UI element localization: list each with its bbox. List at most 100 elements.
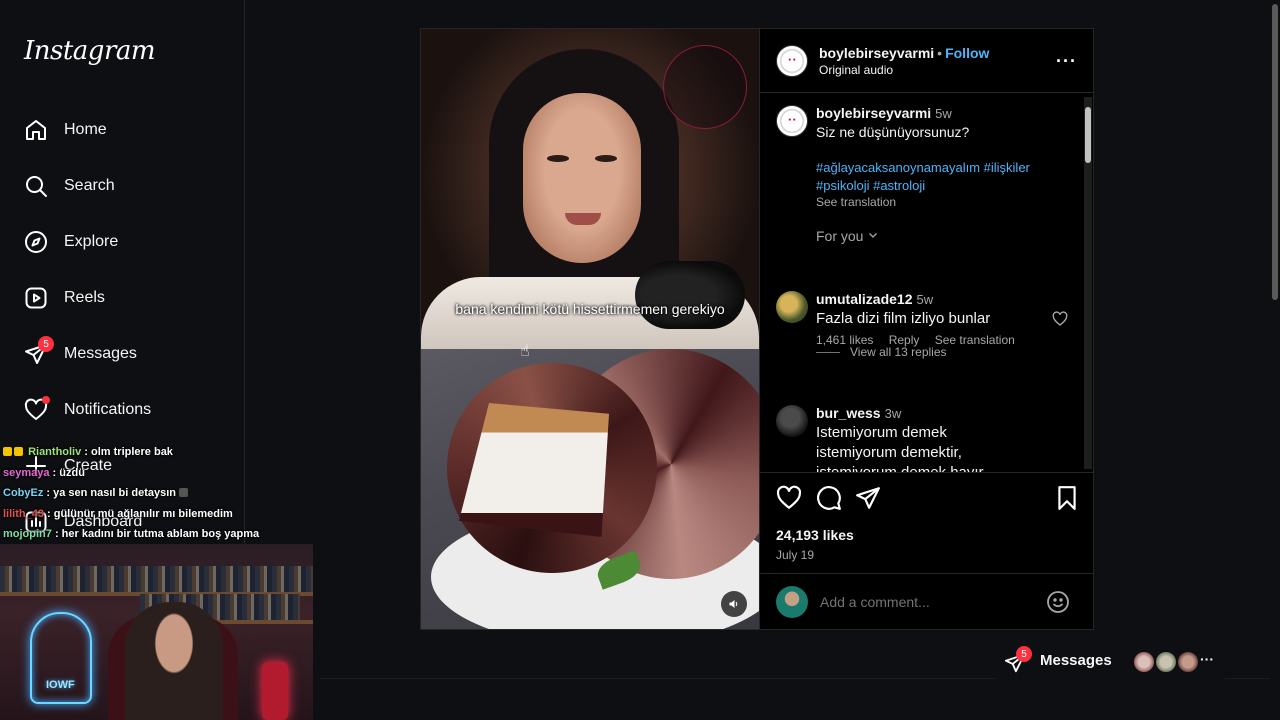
mute-button[interactable] <box>721 591 747 617</box>
sidebar-item-reels[interactable]: Reels <box>0 274 245 322</box>
video-subtitle: bana kendimi kötü hissettirmemen gerekiy… <box>455 301 725 317</box>
comments-scrollbar[interactable] <box>1084 97 1092 469</box>
eye <box>595 155 617 162</box>
hashtags-line[interactable]: #ağlayacaksanoynamayalım #ilişkiler <box>816 159 1076 177</box>
post-header: ● ● boylebirseyvarmi • Follow Original aud… <box>760 29 1094 93</box>
page-scrollbar-thumb[interactable] <box>1272 4 1278 300</box>
post-date[interactable]: July 19 <box>776 548 814 562</box>
chat-message: seymaya : üzdü <box>3 463 323 484</box>
chat-username: lilith_43 <box>3 507 44 520</box>
instagram-logo[interactable]: Instagram <box>24 36 156 66</box>
sidebar-item-label: Notifications <box>64 401 152 418</box>
see-translation-link[interactable]: See translation <box>816 195 1076 209</box>
commenter-avatar[interactable] <box>776 405 808 437</box>
comment-sort-dropdown[interactable]: For you <box>816 228 879 244</box>
avatar-mark: ● ● <box>788 57 796 63</box>
sort-label: For you <box>816 228 864 244</box>
caption-username[interactable]: boylebirseyvarmi <box>816 105 931 121</box>
conversation-avatar <box>1132 650 1156 674</box>
bits-badge-icon <box>14 447 23 456</box>
chat-username: Riantholiv <box>28 446 82 458</box>
chevron-down-icon <box>869 233 878 238</box>
chat-username: seymaya <box>3 466 50 479</box>
chat-message: lilith_43 : gülünür mü ağlanılır mı bile… <box>3 504 323 525</box>
comment-username[interactable]: bur_wess <box>816 405 881 421</box>
mouse-cursor-icon: ☝ <box>520 343 530 360</box>
chat-text: : her kadını bir tutma ablam boş yapma <box>51 528 260 541</box>
post-caption: boylebirseyvarmi 5w Siz ne düşünüyorsunuz… <box>816 105 1076 209</box>
sidebar-item-label: Home <box>64 121 107 138</box>
eye <box>547 155 569 162</box>
reels-icon <box>25 287 47 309</box>
bookmark-icon[interactable] <box>1054 485 1080 511</box>
comment-bubble-icon[interactable] <box>816 485 842 511</box>
author-avatar[interactable]: ● ● <box>776 45 808 77</box>
add-comment-bar <box>760 573 1094 629</box>
conversation-avatar <box>1154 650 1178 674</box>
conversation-avatar <box>1176 650 1200 674</box>
sidebar-item-notifications[interactable]: Notifications <box>0 386 245 434</box>
comment-like-heart-icon[interactable] <box>1052 311 1068 327</box>
emote-icon <box>179 488 189 498</box>
caption-header: boylebirseyvarmi 5w <box>816 105 1076 123</box>
sidebar-item-home[interactable]: Home <box>0 106 245 154</box>
comment-username[interactable]: umutalizade12 <box>816 291 912 307</box>
messages-pill-label: Messages <box>1040 652 1112 669</box>
more-conversations-icon: ··· <box>1200 651 1214 667</box>
messages-pill[interactable]: 5 Messages ··· <box>990 632 1230 690</box>
comments-list: ● ● boylebirseyvarmi 5w Siz ne düşünüyors… <box>760 93 1094 473</box>
chat-message: CobyEz : ya sen nasıl bi detaysın <box>3 483 323 504</box>
see-translation-link[interactable]: See translation <box>935 333 1015 347</box>
chat-text: : üzdü <box>49 466 85 479</box>
emoji-icon[interactable] <box>1046 590 1070 614</box>
video-top-scene: bana kendimi kötü hissettirmemen gerekiy… <box>421 29 759 349</box>
post-details: ● ● boylebirseyvarmi • Follow Original aud… <box>759 29 1094 629</box>
view-replies-button[interactable]: View all 13 replies <box>816 345 947 359</box>
chat-username: mojopin7 <box>3 528 52 541</box>
sidebar-item-explore[interactable]: Explore <box>0 218 245 266</box>
scrollbar-thumb[interactable] <box>1085 107 1091 163</box>
share-icon[interactable] <box>855 485 881 511</box>
streamer <box>125 602 223 720</box>
sidebar-item-label: Messages <box>64 345 137 362</box>
avatar-mark: ● ● <box>788 117 796 123</box>
reel-video[interactable]: bana kendimi kötü hissettirmemen gerekiy… <box>421 29 759 629</box>
streamer-webcam: IOWF <box>0 544 313 720</box>
home-icon <box>26 120 46 140</box>
commenter-avatar[interactable] <box>776 291 808 323</box>
chat-message: Riantholiv : olm triplere bak <box>3 442 323 463</box>
chat-message: mojopin7 : her kadını bir tutma ablam bo… <box>3 524 323 545</box>
post-author-line: boylebirseyvarmi • Follow <box>819 45 989 61</box>
video-bottom-scene <box>421 349 759 629</box>
sidebar-item-label: Reels <box>64 289 105 306</box>
podcast-logo <box>663 45 747 129</box>
caption-time: 5w <box>935 106 952 121</box>
speaker-icon <box>729 600 738 608</box>
follow-button[interactable]: Follow <box>945 45 989 61</box>
messages-badge: 5 <box>1016 646 1032 662</box>
speaker-face <box>523 93 641 263</box>
comment-item: bur_wess 3w Istemiyorum demek istemiyorum… <box>776 405 1072 472</box>
post-author-username[interactable]: boylebirseyvarmi <box>819 45 934 61</box>
more-options-icon[interactable]: ··· <box>1056 51 1078 71</box>
stream-chat-overlay: Riantholiv : olm triplere bak seymaya : … <box>3 442 323 545</box>
likes-count[interactable]: 24,193 likes <box>776 527 854 543</box>
hashtags-line[interactable]: #psikoloji #astroloji <box>816 177 1076 195</box>
comment-input[interactable] <box>820 591 1040 613</box>
sidebar-item-messages[interactable]: 5 Messages <box>0 330 245 378</box>
audio-link[interactable]: Original audio <box>819 63 893 77</box>
sidebar-item-search[interactable]: Search <box>0 162 245 210</box>
compass-icon <box>25 231 47 253</box>
subscriber-badge-icon <box>3 447 12 456</box>
like-heart-icon[interactable] <box>776 485 802 511</box>
caption-author-avatar[interactable]: ● ● <box>776 105 808 137</box>
page-scrollbar[interactable] <box>1270 0 1280 720</box>
current-user-avatar <box>776 586 808 618</box>
comment-time: 3w <box>884 406 902 421</box>
comment-content: bur_wess 3w Istemiyorum demek istemiyorum… <box>816 405 1016 472</box>
chat-text: : ya sen nasıl bi detaysın <box>43 487 177 500</box>
notification-dot <box>42 396 50 404</box>
messages-badge: 5 <box>38 336 54 352</box>
bookshelf <box>0 566 313 592</box>
